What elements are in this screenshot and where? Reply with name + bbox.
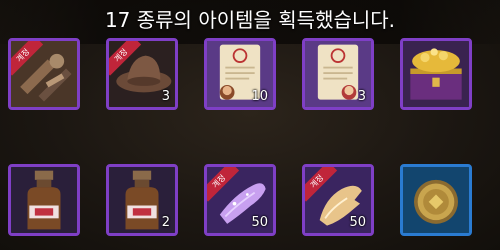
item-count: 2 [161,215,170,230]
item-slot-contract-scroll-2[interactable]: 3 [302,38,374,110]
item-slot-potion-bottle-2[interactable]: 2 [106,164,178,236]
item-slot-contract-scroll[interactable]: 10 [204,38,276,110]
item-count: 50 [349,215,366,230]
gold-coin-icon [403,167,469,233]
potion-bottle-icon [11,167,77,233]
item-count: 3 [357,89,366,104]
item-slot-gold-coin[interactable] [400,164,472,236]
item-slot-potion-bottle[interactable] [8,164,80,236]
item-slot-gold-glove[interactable]: 계정 50 [302,164,374,236]
item-slot-brown-hat[interactable]: 계정 3 [106,38,178,110]
reward-message: 17 종류의 아이템을 획득했습니다. [104,8,396,32]
item-slot-treasure-chest[interactable] [400,38,472,110]
treasure-chest-icon [403,41,469,107]
item-count: 10 [251,89,268,104]
item-slot-purple-glove[interactable]: 계정 50 [204,164,276,236]
item-slot-hunter-tools[interactable]: 계정 [8,38,80,110]
item-count: 3 [161,89,170,104]
item-count: 50 [251,215,268,230]
